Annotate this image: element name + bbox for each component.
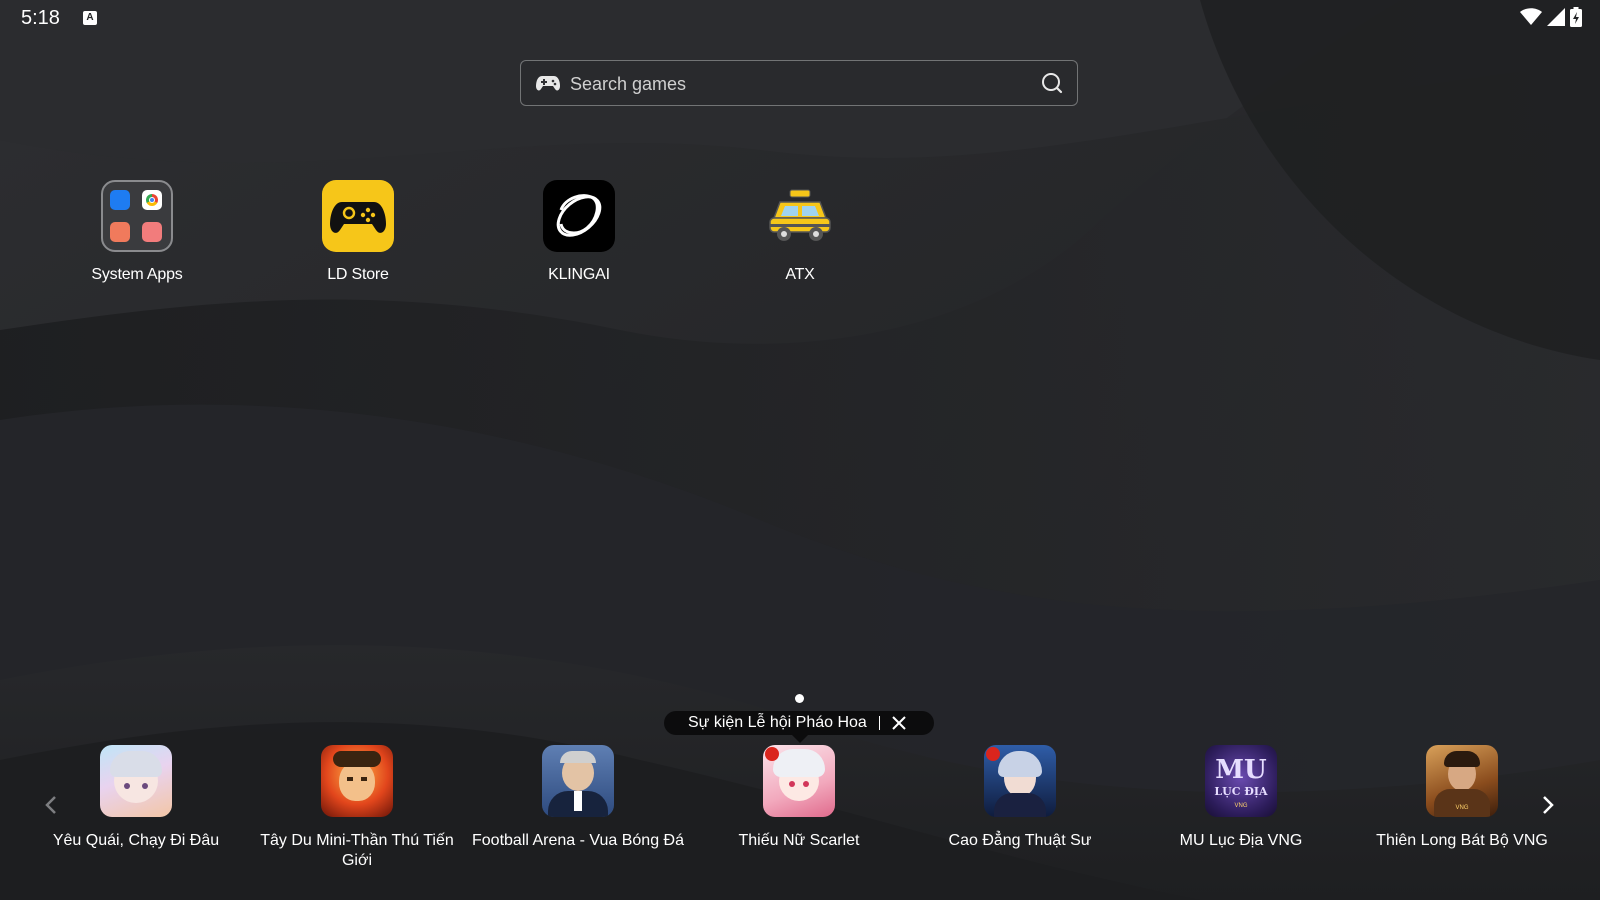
monkey-king-icon [321, 745, 393, 817]
app-label: KLINGAI [548, 266, 610, 283]
taxi-icon [764, 180, 836, 252]
game-football-arena[interactable]: Football Arena - Vua Bóng Đá [466, 745, 690, 851]
status-bar: 5:18 A [0, 0, 1600, 36]
game-label: Tây Du Mini-Thần Thú Tiến Giới [260, 832, 454, 869]
folder-icon [101, 180, 173, 252]
game-yeu-quai[interactable]: Yêu Quái, Chạy Đi Đâu [24, 745, 248, 851]
game-label: MU Lục Địa VNG [1179, 832, 1303, 849]
sorceress-icon [984, 745, 1056, 817]
promo-text: Sự kiện Lễ hội Pháo Hoa [688, 714, 867, 731]
status-clock: 5:18 [21, 7, 60, 29]
vietnam-flag-icon [986, 747, 1000, 761]
ld-store-icon [322, 180, 394, 252]
signal-icon [1547, 8, 1565, 26]
keyboard-indicator-icon: A [83, 11, 97, 25]
football-coach-icon [542, 745, 614, 817]
app-label: ATX [785, 266, 815, 283]
page-indicator-dot[interactable] [795, 694, 804, 703]
status-icons [1520, 7, 1582, 27]
game-label: Thiếu Nữ Scarlet [738, 832, 860, 849]
battery-charging-icon [1570, 7, 1582, 27]
game-thien-long-bat-bo[interactable]: VNG Thiên Long Bát Bộ VNG [1350, 745, 1574, 851]
search-icon[interactable] [1041, 72, 1063, 94]
scarlet-girl-icon [763, 745, 835, 817]
game-tay-du-mini[interactable]: Tây Du Mini-Thần Thú Tiến Giới [245, 745, 469, 871]
anime-girl-icon [100, 745, 172, 817]
warrior-icon: VNG [1426, 745, 1498, 817]
search-bar[interactable] [520, 60, 1078, 106]
app-system-apps[interactable]: System Apps [37, 180, 237, 284]
vietnam-flag-icon [765, 747, 779, 761]
app-atx[interactable]: ATX [700, 180, 900, 284]
game-thieu-nu-scarlet[interactable]: Thiếu Nữ Scarlet [687, 745, 911, 851]
promo-banner[interactable]: Sự kiện Lễ hội Pháo Hoa [664, 711, 934, 743]
game-label: Yêu Quái, Chạy Đi Đâu [52, 832, 220, 849]
app-klingai[interactable]: KLINGAI [479, 180, 679, 284]
game-cao-dang-thuat-su[interactable]: Cao Đẳng Thuật Sư [908, 745, 1132, 851]
game-label: Football Arena - Vua Bóng Đá [472, 832, 684, 849]
mu-logo-icon: MU LỤC ĐỊA VNG [1205, 745, 1277, 817]
game-mu-luc-dia[interactable]: MU LỤC ĐỊA VNG MU Lục Địa VNG [1129, 745, 1353, 851]
wifi-icon [1520, 8, 1542, 25]
game-label: Cao Đẳng Thuật Sư [948, 832, 1092, 849]
promo-divider [878, 716, 881, 730]
search-input[interactable] [568, 69, 1012, 99]
game-label: Thiên Long Bát Bộ VNG [1376, 832, 1548, 849]
app-label: LD Store [327, 266, 389, 283]
klingai-icon [543, 180, 615, 252]
app-ld-store[interactable]: LD Store [258, 180, 458, 284]
gamepad-icon [536, 76, 560, 91]
close-icon[interactable] [890, 714, 908, 732]
app-label: System Apps [91, 266, 183, 283]
